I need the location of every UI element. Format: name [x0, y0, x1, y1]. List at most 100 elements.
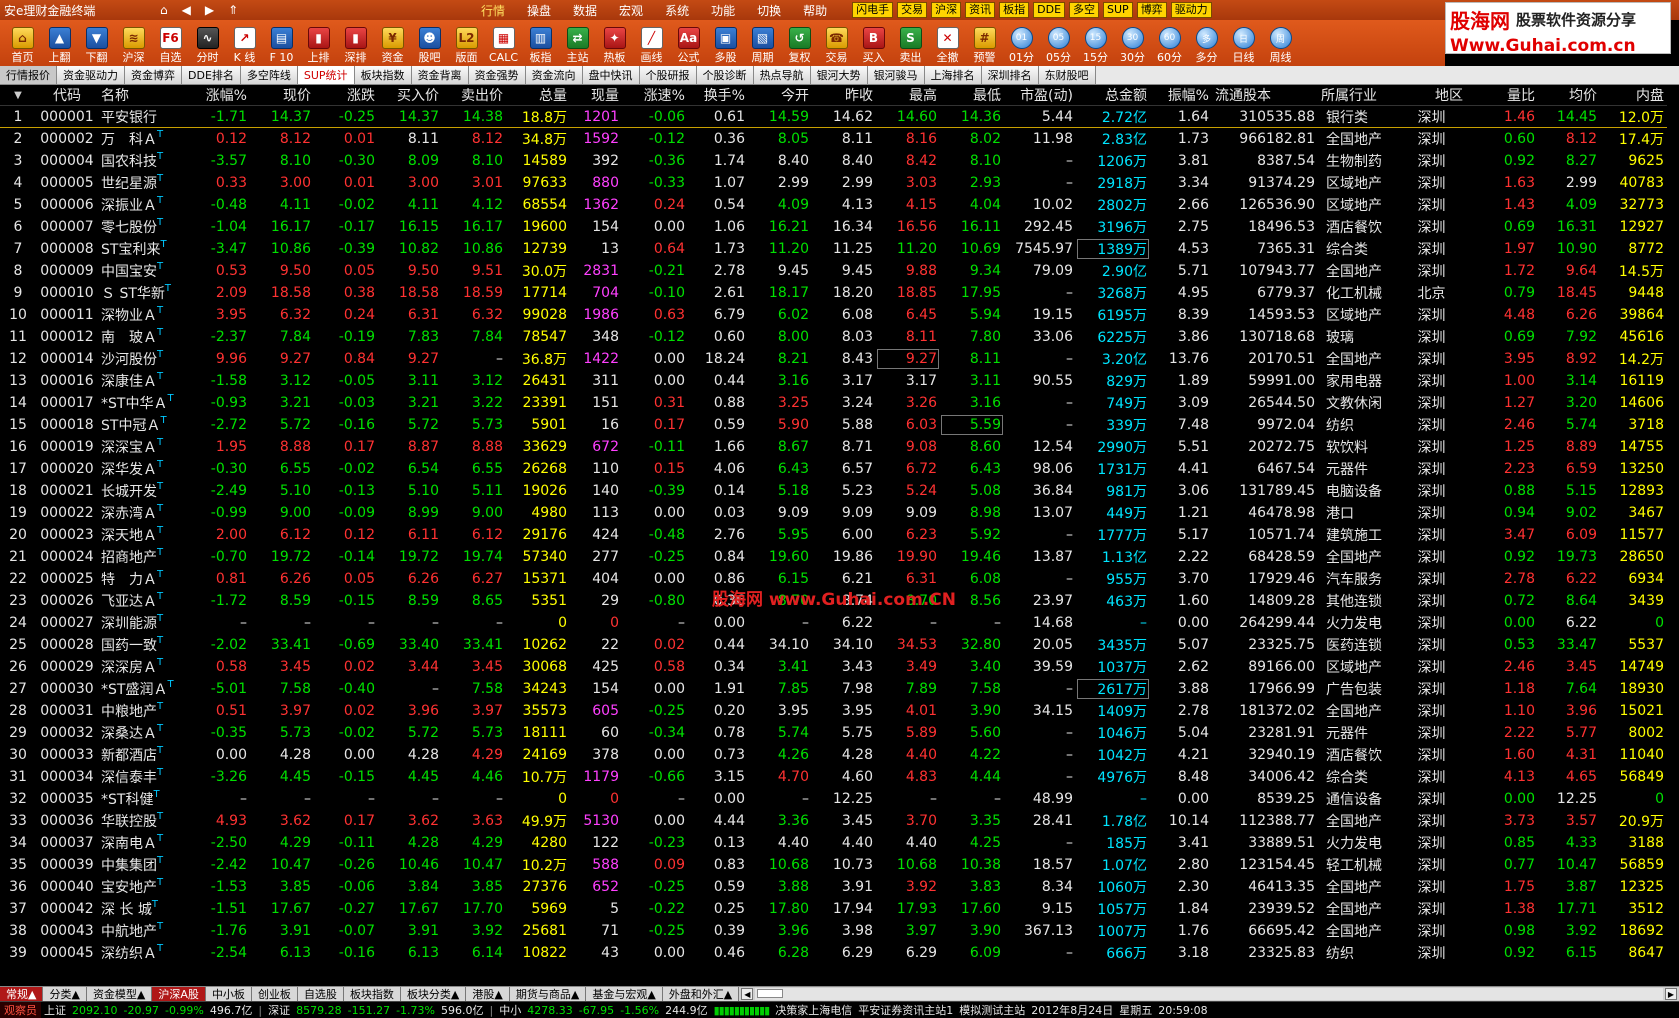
tab-13[interactable]: 热点导航: [753, 66, 811, 84]
table-row[interactable]: 23 000026 飞亚达ＡT -1.72 8.59 -0.15 8.59 8.65 5351 2…: [0, 590, 1667, 612]
toolbar-button-6[interactable]: ↗ K 线: [226, 20, 263, 66]
toolbar-button-13[interactable]: ▦ CALC: [485, 20, 522, 66]
table-row[interactable]: 22 000025 特 力ＡT 0.81 6.26 0.05 6.26 6.27 15371 40…: [0, 568, 1667, 590]
menu-item-2[interactable]: 数据: [562, 2, 608, 19]
stock-name[interactable]: 深华发ＡT: [98, 458, 188, 480]
stock-name[interactable]: 飞亚达ＡT: [98, 590, 188, 612]
stock-name[interactable]: 国农科技T: [98, 150, 188, 172]
column-header-8[interactable]: 现量: [570, 85, 622, 106]
toolbar-button-28[interactable]: 05 05分: [1040, 20, 1077, 66]
menu-item-7[interactable]: 帮助: [792, 2, 838, 19]
toolbar-button-25[interactable]: ✕ 全撤: [929, 20, 966, 66]
table-row[interactable]: 36 000040 宝安地产T -1.53 3.85 -0.06 3.84 3.85 27376…: [0, 876, 1667, 898]
stock-name[interactable]: 中集集团T: [98, 854, 188, 876]
quick-button-2[interactable]: 沪深: [931, 2, 962, 18]
toolbar-button-4[interactable]: F6 自选: [152, 20, 189, 66]
tab-2[interactable]: 资金博弈: [125, 66, 182, 84]
table-row[interactable]: 27 000030 *ST盛润ＡT -5.01 7.58 -0.40–7.58 34243 1…: [0, 678, 1667, 700]
column-header-5[interactable]: 买入价: [378, 85, 442, 106]
tab-18[interactable]: 东财股吧: [1038, 66, 1096, 84]
stock-name[interactable]: *ST中华ＡT: [98, 392, 188, 414]
tab-12[interactable]: 个股诊断: [696, 66, 754, 84]
quick-button-9[interactable]: 驱动力: [1170, 2, 1212, 18]
table-row[interactable]: 35 000039 中集集团T -2.42 10.47 -0.26 10.46 10.47 10…: [0, 854, 1667, 876]
column-header-6[interactable]: 卖出价: [442, 85, 506, 106]
column-header-1[interactable]: 名称: [98, 85, 188, 106]
toolbar-button-3[interactable]: ≋ 沪深: [115, 20, 152, 66]
column-header-17[interactable]: 振幅%: [1150, 85, 1212, 106]
column-header-3[interactable]: 现价: [250, 85, 314, 106]
toolbar-button-18[interactable]: Aa 公式: [670, 20, 707, 66]
column-header-19[interactable]: 所属行业: [1318, 85, 1400, 106]
table-row[interactable]: 2 000002 万 科ＡT 0.12 8.12 0.01 8.11 8.12 34.8万 159…: [0, 128, 1667, 150]
table-row[interactable]: 14 000017 *ST中华ＡT -0.93 3.21 -0.03 3.21 3.22 233…: [0, 392, 1667, 414]
bottom-tab-7[interactable]: 板块指数: [344, 987, 401, 1001]
toolbar-button-11[interactable]: ☻ 股吧: [411, 20, 448, 66]
tab-5[interactable]: SUP统计: [297, 66, 355, 84]
toolbar-button-23[interactable]: B 买入: [855, 20, 892, 66]
column-header-2[interactable]: 涨幅%: [188, 85, 250, 106]
quick-button-4[interactable]: 板指: [999, 2, 1030, 18]
toolbar-button-33[interactable]: 日日线: [1225, 20, 1262, 66]
toolbar-button-17[interactable]: ╱ 画线: [633, 20, 670, 66]
toolbar-button-16[interactable]: ✦ 热板: [596, 20, 633, 66]
toolbar-button-5[interactable]: ∿ 分时: [189, 20, 226, 66]
bottom-tab-12[interactable]: 外盘和外汇▲: [663, 987, 740, 1001]
tab-16[interactable]: 上海排名: [924, 66, 982, 84]
menu-item-4[interactable]: 系统: [654, 2, 700, 19]
stock-name[interactable]: 深赤湾ＡT: [98, 502, 188, 524]
toolbar-button-15[interactable]: ⇄ 主站: [559, 20, 596, 66]
column-header-22[interactable]: 均价: [1538, 85, 1600, 106]
stock-name[interactable]: 长城开发T: [98, 480, 188, 502]
table-row[interactable]: 19 000022 深赤湾ＡT -0.99 9.00 -0.09 8.99 9.00 4980 1…: [0, 502, 1667, 524]
table-row[interactable]: 12 000014 沙河股份T 9.96 9.27 0.84 9.27–36.8万 1422 0…: [0, 348, 1667, 370]
quick-button-3[interactable]: 资讯: [965, 2, 996, 18]
table-row[interactable]: 15 000018 ST中冠ＡT -2.72 5.72 -0.16 5.72 5.73 5901…: [0, 414, 1667, 436]
stock-name[interactable]: 南 玻ＡT: [98, 326, 188, 348]
bottom-tab-5[interactable]: 创业板: [252, 987, 298, 1001]
table-row[interactable]: 5 000006 深振业ＡT -0.48 4.11 -0.02 4.11 4.12 68554 1…: [0, 194, 1667, 216]
stock-name[interactable]: 深天地ＡT: [98, 524, 188, 546]
bottom-tab-9[interactable]: 港股▲: [466, 987, 510, 1001]
table-row[interactable]: 33 000036 华联控股T 4.93 3.62 0.17 3.62 3.63 49.9万 51…: [0, 810, 1667, 832]
stock-name[interactable]: 国药一致T: [98, 634, 188, 656]
stock-name[interactable]: 深桑达ＡT: [98, 722, 188, 744]
table-row[interactable]: 18 000021 长城开发T -2.49 5.10 -0.13 5.10 5.11 19026…: [0, 480, 1667, 502]
tab-10[interactable]: 盘中快讯: [582, 66, 640, 84]
column-header-10[interactable]: 换手%: [688, 85, 748, 106]
stock-name[interactable]: 深深宝ＡT: [98, 436, 188, 458]
stock-name[interactable]: 平安银行: [98, 105, 188, 128]
bottom-tab-3[interactable]: 沪深A股: [152, 987, 206, 1001]
toolbar-button-9[interactable]: ▮ 深排: [337, 20, 374, 66]
stock-name[interactable]: 特 力ＡT: [98, 568, 188, 590]
table-row[interactable]: 32 000035 *ST科健T – – – – –0 0–0.00–12.25– –48.99–…: [0, 788, 1667, 810]
scroll-left-icon[interactable]: ◀: [741, 988, 754, 1000]
column-header-14[interactable]: 最低: [940, 85, 1004, 106]
toolbar-button-2[interactable]: ▼ 下翻: [78, 20, 115, 66]
table-row[interactable]: 30 000033 新都酒店T 0.00 4.28 0.00 4.28 4.29 24169 37…: [0, 744, 1667, 766]
column-header-9[interactable]: 涨速%: [622, 85, 688, 106]
column-header-15[interactable]: 市盈(动): [1004, 85, 1076, 106]
table-row[interactable]: 31 000034 深信泰丰T -3.26 4.45 -0.15 4.45 4.46 10.7万…: [0, 766, 1667, 788]
stock-name[interactable]: 新都酒店T: [98, 744, 188, 766]
menu-item-5[interactable]: 功能: [700, 2, 746, 19]
horizontal-scrollbar[interactable]: ◀ ▶: [739, 987, 1679, 1001]
table-row[interactable]: 16 000019 深深宝ＡT 1.95 8.88 0.17 8.87 8.88 33629 67…: [0, 436, 1667, 458]
toolbar-button-22[interactable]: ☎ 交易: [818, 20, 855, 66]
tab-8[interactable]: 资金强势: [468, 66, 526, 84]
home-icon[interactable]: ⌂: [160, 3, 168, 17]
tab-6[interactable]: 板块指数: [354, 66, 412, 84]
table-row[interactable]: 21 000024 招商地产T -0.70 19.72 -0.14 19.72 19.74 57…: [0, 546, 1667, 568]
stock-name[interactable]: 中粮地产T: [98, 700, 188, 722]
tab-4[interactable]: 多空阵线: [240, 66, 298, 84]
bottom-tab-6[interactable]: 自选股: [298, 987, 344, 1001]
menu-item-0[interactable]: 行情: [470, 2, 516, 19]
toolbar-button-10[interactable]: ¥ 资金: [374, 20, 411, 66]
stock-name[interactable]: 深振业ＡT: [98, 194, 188, 216]
stock-name[interactable]: 深纺织ＡT: [98, 942, 188, 964]
column-header-13[interactable]: 最高: [876, 85, 940, 106]
column-header-23[interactable]: 内盘: [1600, 85, 1667, 106]
bottom-tab-8[interactable]: 板块分类▲: [401, 987, 467, 1001]
toolbar-button-8[interactable]: ▮ 上排: [300, 20, 337, 66]
table-row[interactable]: 25 000028 国药一致T -2.02 33.41 -0.69 33.40 33.41 10…: [0, 634, 1667, 656]
